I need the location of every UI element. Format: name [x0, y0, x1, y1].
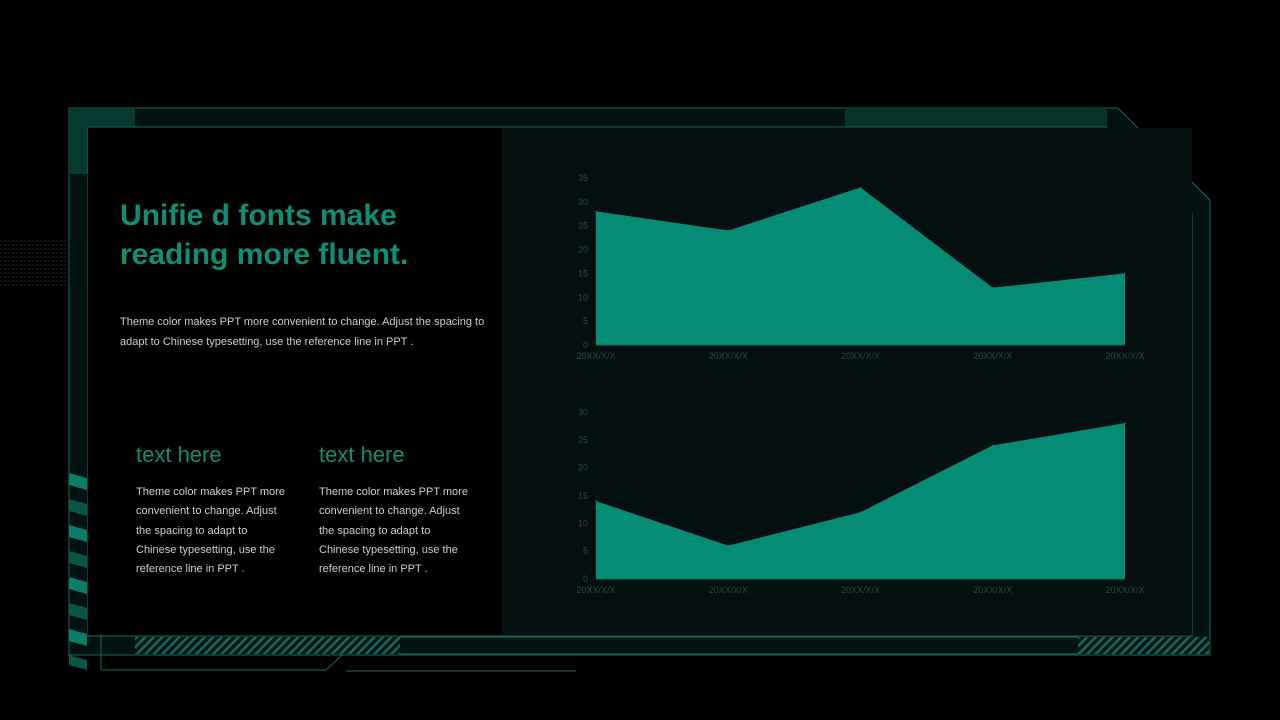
area-chart-bottom: 0 5 10 15 20 25 30 20XX/X/X 20XX/X/X 20XX/X/X 20XX… [576, 407, 1144, 595]
slide-subtitle: Theme color makes PPT more convenient to… [120, 316, 485, 348]
y-tick-label: 25 [578, 435, 588, 445]
x-tick-label: 20XX/X/X [709, 585, 748, 595]
hatch-bar-left [135, 637, 400, 654]
y-tick-label: 30 [578, 407, 588, 417]
top-band-right [845, 108, 1107, 128]
x-tick-label: 20XX/X/X [973, 351, 1012, 361]
area-series [596, 187, 1125, 345]
area-series [596, 423, 1125, 579]
y-tick-label: 10 [578, 518, 588, 528]
x-tick-label: 20XX/X/X [841, 585, 880, 595]
column-2-heading: text here [319, 442, 405, 467]
column-1-body: Theme color makes PPT more convenient to… [136, 486, 285, 576]
column-2-body: Theme color makes PPT more convenient to… [319, 486, 468, 576]
y-tick-label: 20 [578, 463, 588, 473]
data-point [859, 186, 862, 189]
y-tick-label: 25 [578, 221, 588, 231]
hatch-bar-right [1078, 637, 1209, 654]
area-chart-top: 0 5 10 15 20 25 30 35 20XX/X/X 20XX/X/X 20XX/X/X 20… [576, 173, 1144, 361]
y-tick-label: 15 [578, 491, 588, 501]
data-point [727, 229, 730, 232]
y-tick-label: 35 [578, 173, 588, 183]
y-tick-label: 5 [583, 316, 588, 326]
y-tick-label: 20 [578, 245, 588, 255]
y-tick-label: 5 [583, 546, 588, 556]
x-tick-label: 20XX/X/X [576, 351, 615, 361]
data-point [1124, 422, 1126, 424]
data-point [727, 544, 730, 547]
left-band-top [69, 108, 88, 174]
data-point [1124, 272, 1126, 275]
x-tick-label: 20XX/X/X [1105, 351, 1144, 361]
data-point [595, 500, 597, 502]
slide-title: Unifie d fonts make reading more fluent. [120, 199, 409, 271]
x-tick-label: 20XX/X/X [576, 585, 615, 595]
y-tick-label: 10 [578, 292, 588, 302]
data-point [859, 511, 862, 513]
column-1-heading: text here [136, 442, 222, 467]
data-point [595, 210, 597, 213]
data-point [991, 444, 994, 447]
x-tick-label: 20XX/X/X [1105, 585, 1144, 595]
y-tick-label: 15 [578, 268, 588, 278]
y-tick-label: 30 [578, 197, 588, 207]
y-tick-label: 0 [583, 340, 588, 350]
y-tick-label: 0 [583, 574, 588, 584]
x-tick-label: 20XX/X/X [973, 585, 1012, 595]
data-point [991, 286, 994, 289]
x-tick-label: 20XX/X/X [709, 351, 748, 361]
x-tick-label: 20XX/X/X [841, 351, 880, 361]
